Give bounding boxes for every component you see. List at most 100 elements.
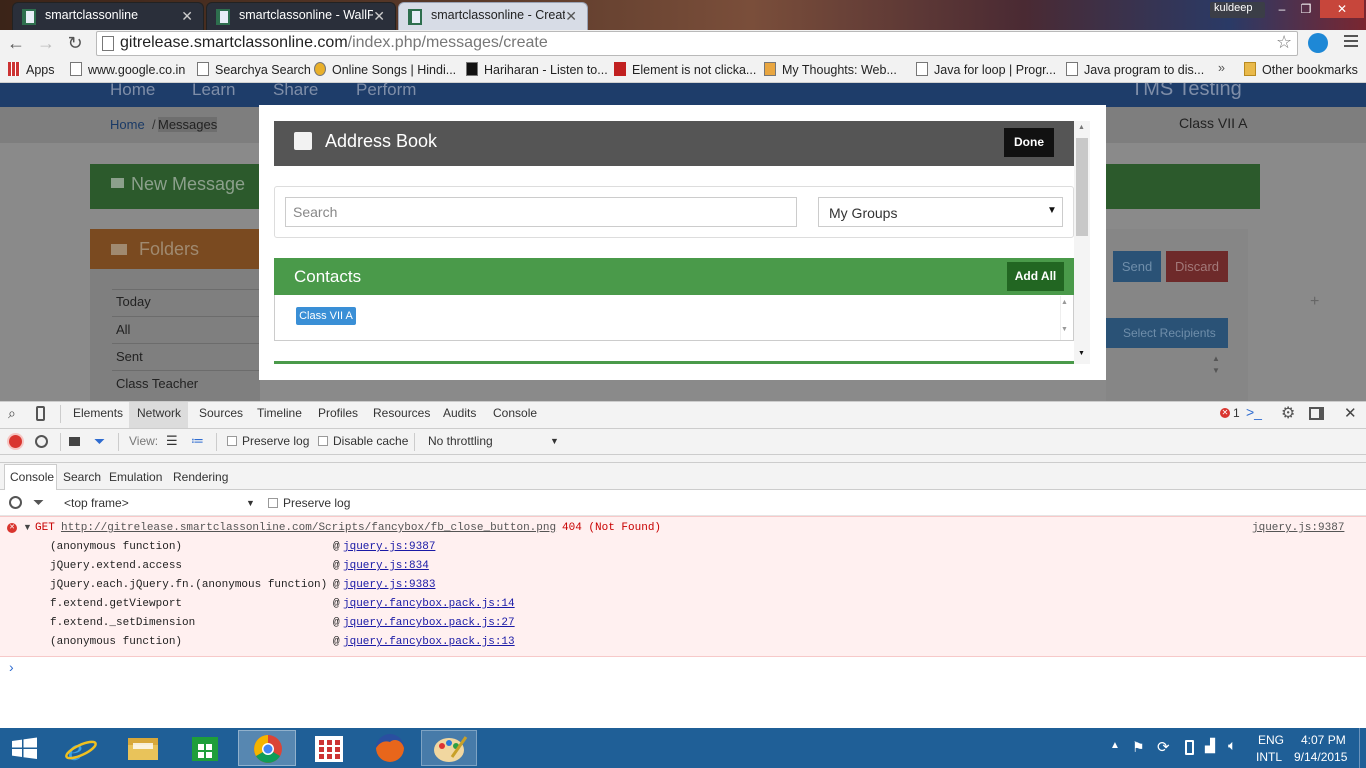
disable-cache-checkbox[interactable]: Disable cache: [318, 434, 408, 448]
clear-icon[interactable]: [35, 435, 48, 448]
action-center-icon[interactable]: ⚑: [1132, 739, 1145, 756]
clock-time[interactable]: 4:07 PM: [1301, 733, 1346, 747]
menu-icon[interactable]: [1344, 35, 1358, 37]
firefox-icon[interactable]: [364, 730, 414, 766]
tab-network[interactable]: Network: [137, 406, 181, 420]
discard-button[interactable]: Discard: [1166, 251, 1228, 282]
settings-gear-icon[interactable]: ⚙: [1281, 403, 1295, 423]
reload-icon[interactable]: ↻: [65, 33, 85, 53]
nav-home[interactable]: Home: [110, 83, 155, 100]
extension-icon[interactable]: [1308, 33, 1328, 53]
nav-share[interactable]: Share: [273, 83, 318, 100]
nav-learn[interactable]: Learn: [192, 83, 235, 100]
browser-tab[interactable]: smartclassonline ✕: [12, 2, 204, 30]
bookmark-item[interactable]: Online Songs | Hindi...: [314, 62, 456, 77]
camera-icon[interactable]: [69, 437, 80, 446]
bookmarks-overflow[interactable]: »: [1218, 61, 1225, 75]
drawer-tab-console[interactable]: Console: [10, 470, 54, 484]
store-icon[interactable]: [180, 730, 230, 766]
group-select[interactable]: My Groups: [818, 197, 1063, 227]
contact-tag[interactable]: Class VII A: [296, 307, 356, 325]
expand-triangle-icon[interactable]: ▼: [23, 522, 32, 532]
paint-icon[interactable]: [421, 730, 477, 766]
stack-source-link[interactable]: jquery.js:834: [343, 560, 429, 572]
stack-source-link[interactable]: jquery.fancybox.pack.js:27: [343, 617, 515, 629]
clock-date[interactable]: 9/14/2015: [1294, 750, 1347, 764]
throttling-select[interactable]: No throttling: [428, 434, 493, 448]
error-count[interactable]: 1: [1233, 406, 1240, 420]
filter-icon[interactable]: ⏷: [94, 433, 105, 450]
back-icon[interactable]: ←: [6, 33, 26, 53]
spinner-icon[interactable]: ▲ ▼: [1212, 353, 1226, 377]
scroll-down-icon[interactable]: ▼: [1061, 326, 1068, 333]
console-input[interactable]: [24, 660, 1354, 720]
add-all-button[interactable]: Add All: [1007, 262, 1064, 291]
filter-icon[interactable]: ⏷: [33, 494, 44, 511]
expand-icon[interactable]: +: [1310, 293, 1319, 311]
tab-elements[interactable]: Elements: [73, 406, 123, 420]
show-desktop-button[interactable]: [1359, 728, 1366, 768]
waterfall-view-icon[interactable]: ≔: [191, 433, 204, 449]
done-button[interactable]: Done: [1004, 128, 1054, 157]
breadcrumb-home[interactable]: Home: [110, 117, 145, 132]
bookmark-item[interactable]: Searchya Search: [197, 62, 311, 77]
scroll-up-icon[interactable]: ▲: [1078, 124, 1085, 131]
bookmark-star-icon[interactable]: ☆: [1276, 32, 1292, 53]
sync-icon[interactable]: ⟳: [1157, 738, 1170, 756]
dock-icon[interactable]: [1309, 407, 1324, 420]
tab-console[interactable]: Console: [493, 406, 537, 420]
tab-profiles[interactable]: Profiles: [318, 406, 358, 420]
drawer-splitter[interactable]: [0, 455, 1366, 463]
folder-class-teacher[interactable]: Class Teacher: [116, 376, 198, 391]
folder-all[interactable]: All: [116, 322, 130, 337]
other-bookmarks[interactable]: Other bookmarks: [1244, 62, 1358, 77]
window-close-icon[interactable]: ✕: [1320, 0, 1364, 18]
internet-explorer-icon[interactable]: e: [56, 730, 106, 767]
frame-select[interactable]: <top frame>: [64, 496, 129, 510]
search-input[interactable]: [285, 197, 797, 227]
clear-console-icon[interactable]: [9, 496, 22, 509]
scroll-up-icon[interactable]: ▲: [1061, 299, 1068, 306]
modal-scrollbar-thumb[interactable]: [1076, 138, 1088, 236]
tray-expand-icon[interactable]: ▲: [1110, 740, 1120, 751]
forward-icon[interactable]: →: [36, 33, 56, 53]
drawer-tab-emulation[interactable]: Emulation: [109, 470, 162, 484]
battery-icon[interactable]: [1185, 740, 1194, 755]
chrome-icon[interactable]: [238, 730, 296, 766]
folder-today[interactable]: Today: [116, 294, 151, 309]
bookmark-item[interactable]: Java for loop | Progr...: [916, 62, 1056, 77]
tab-close-icon[interactable]: ✕: [565, 8, 577, 25]
apps-grid-icon[interactable]: [304, 730, 354, 766]
tab-resources[interactable]: Resources: [373, 406, 430, 420]
restore-icon[interactable]: ❐: [1296, 0, 1316, 18]
language-top[interactable]: ENG: [1258, 733, 1284, 747]
stack-source-link[interactable]: jquery.fancybox.pack.js:14: [343, 598, 515, 610]
minimize-icon[interactable]: –: [1272, 0, 1292, 18]
stack-source-link[interactable]: jquery.js:9387: [343, 541, 435, 553]
select-recipients-button[interactable]: Select Recipients: [1106, 318, 1228, 348]
browser-tab-active[interactable]: smartclassonline - Create ✕: [398, 2, 588, 30]
console-drawer-icon[interactable]: >_: [1246, 404, 1262, 420]
nav-perform[interactable]: Perform: [356, 83, 416, 100]
language-bottom[interactable]: INTL: [1256, 750, 1282, 764]
tab-sources[interactable]: Sources: [199, 406, 243, 420]
error-url[interactable]: http://gitrelease.smartclassonline.com/S…: [61, 522, 556, 534]
profile-name[interactable]: kuldeep: [1210, 2, 1265, 18]
bookmark-item[interactable]: Hariharan - Listen to...: [466, 62, 608, 77]
preserve-log-checkbox[interactable]: Preserve log: [227, 434, 309, 448]
stack-source-link[interactable]: jquery.js:9383: [343, 579, 435, 591]
start-button[interactable]: [0, 730, 50, 766]
device-mode-icon[interactable]: [36, 406, 45, 421]
stack-source-link[interactable]: jquery.fancybox.pack.js:13: [343, 636, 515, 648]
tab-close-icon[interactable]: ✕: [373, 8, 385, 25]
console-prompt[interactable]: ›: [9, 659, 14, 675]
volume-icon[interactable]: 🔈︎: [1228, 737, 1236, 754]
send-button[interactable]: Send: [1113, 251, 1161, 282]
console-preserve-log-checkbox[interactable]: Preserve log: [268, 496, 350, 510]
record-icon[interactable]: [9, 435, 22, 448]
bookmark-item[interactable]: www.google.co.in: [70, 62, 185, 77]
tab-timeline[interactable]: Timeline: [257, 406, 302, 420]
error-source-link[interactable]: jquery.js:9387: [1252, 522, 1344, 534]
bookmark-apps[interactable]: Apps: [8, 62, 55, 77]
drawer-tab-search[interactable]: Search: [63, 470, 101, 484]
